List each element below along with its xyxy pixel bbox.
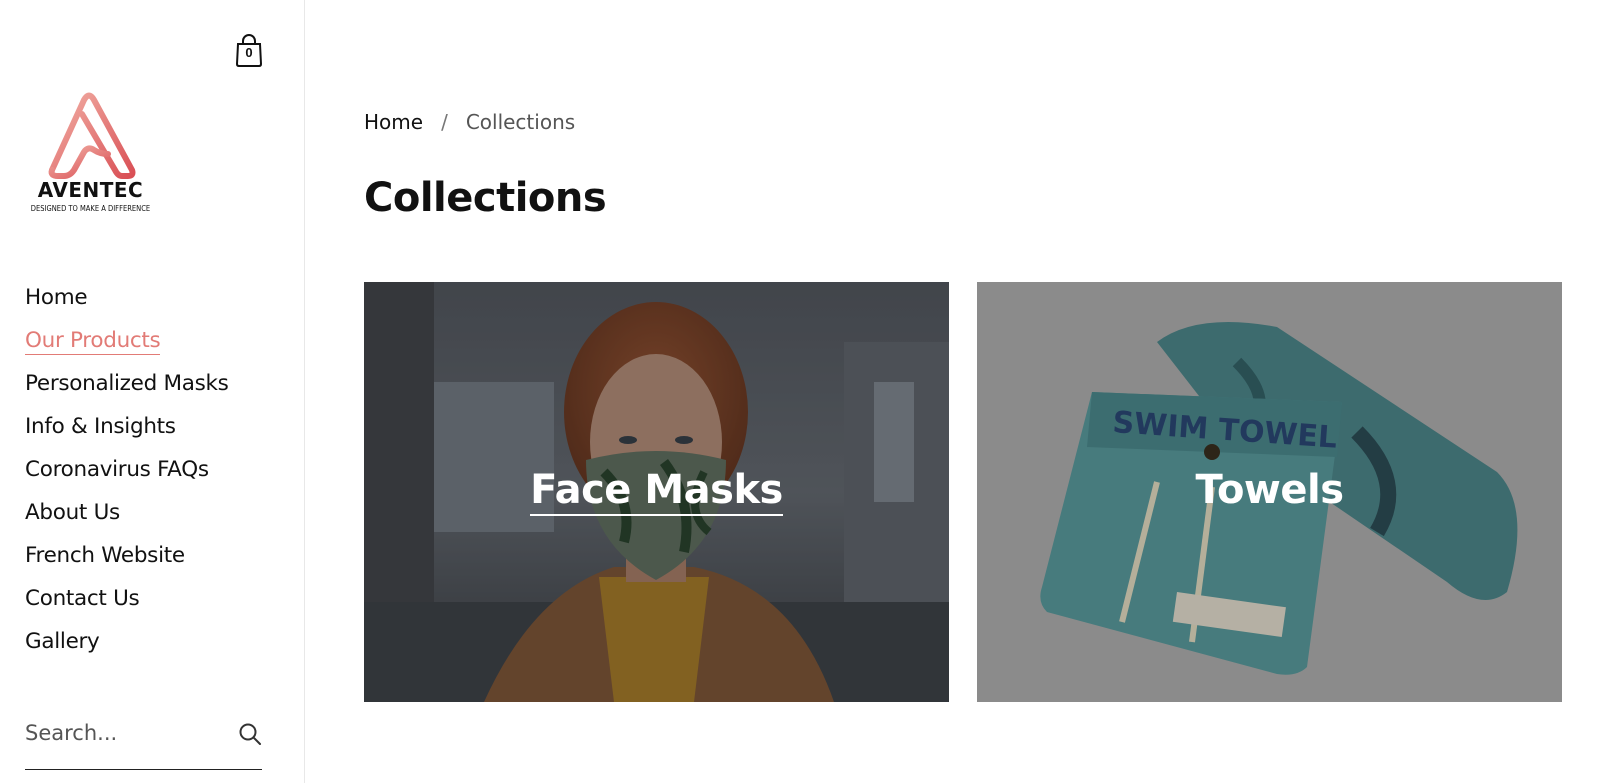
breadcrumb-separator: / — [441, 110, 448, 134]
nav-item-coronavirus-faqs[interactable]: Coronavirus FAQs — [25, 457, 209, 482]
breadcrumb-home[interactable]: Home — [364, 110, 423, 134]
search-form — [25, 712, 262, 770]
collection-label-face-masks: Face Masks — [364, 467, 949, 516]
brand-name: AVENTEC — [37, 178, 144, 202]
search-input[interactable] — [25, 718, 225, 748]
nav-item-about-us[interactable]: About Us — [25, 500, 120, 525]
sidebar: 0 AVENTEC DESIGNED TO MAKE A DIFFERENCE … — [0, 0, 305, 783]
search-button[interactable] — [238, 722, 262, 746]
brand-logo[interactable]: AVENTEC DESIGNED TO MAKE A DIFFERENCE — [22, 92, 162, 222]
nav-item-our-products[interactable]: Our Products — [25, 328, 161, 355]
collection-label-towels: Towels — [1195, 467, 1344, 513]
logo-a-mark — [48, 92, 136, 179]
cart-count: 0 — [245, 45, 253, 60]
cart-button[interactable]: 0 — [235, 33, 263, 67]
breadcrumb-current: Collections — [465, 110, 576, 134]
main-nav: Home Our Products Personalized Masks Inf… — [25, 285, 229, 672]
page-title: Collections — [364, 175, 607, 221]
brand-tagline: DESIGNED TO MAKE A DIFFERENCE — [30, 204, 151, 213]
nav-item-french-website[interactable]: French Website — [25, 543, 185, 568]
nav-item-personalized-masks[interactable]: Personalized Masks — [25, 371, 229, 396]
nav-item-gallery[interactable]: Gallery — [25, 629, 100, 654]
nav-item-info-insights[interactable]: Info & Insights — [25, 414, 176, 439]
nav-item-contact-us[interactable]: Contact Us — [25, 586, 140, 611]
breadcrumb: Home / Collections — [364, 110, 575, 134]
collection-card-face-masks[interactable]: Face Masks — [364, 282, 949, 702]
nav-item-home[interactable]: Home — [25, 285, 88, 310]
search-icon — [239, 723, 261, 745]
collection-card-towels[interactable]: SWIM TOWEL Towels — [977, 282, 1562, 702]
